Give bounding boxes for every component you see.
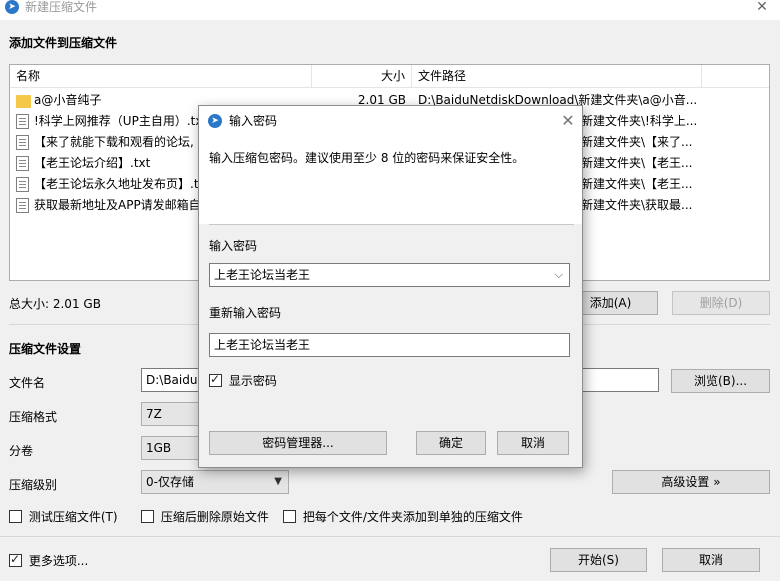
format-label: 压缩格式	[9, 410, 58, 424]
file-path: 新建文件夹\【老王...	[581, 156, 693, 170]
show-password-checkbox[interactable]: 显示密码	[209, 372, 277, 391]
file-name: !科学上网推荐（UP主自用）.txt	[34, 114, 208, 128]
dialog-title: 输入密码	[229, 114, 278, 128]
more-options-checkbox[interactable]: 更多选项...	[9, 552, 89, 571]
file-path: 新建文件夹\【来了...	[581, 135, 693, 149]
ok-button[interactable]: 确定	[416, 431, 486, 455]
reenter-password-input[interactable]: 上老王论坛当老王	[209, 333, 570, 357]
add-files-section-title: 添加文件到压缩文件	[9, 36, 118, 50]
level-select[interactable]: 0-仅存储 ▼	[141, 470, 289, 494]
column-header-size[interactable]: 大小	[312, 65, 412, 88]
delete-after-checkbox[interactable]: 压缩后删除原始文件	[141, 510, 269, 527]
file-name: a@小音纯子	[34, 93, 102, 107]
window-close-icon[interactable]: ✕	[750, 0, 774, 16]
settings-section-title: 压缩文件设置	[9, 342, 82, 356]
checkbox-checked[interactable]	[209, 372, 222, 387]
checkbox-checked[interactable]	[9, 552, 22, 567]
app-logo-icon: ➤	[5, 0, 19, 14]
cancel-button[interactable]: 取消	[662, 548, 760, 572]
file-icon	[16, 177, 29, 192]
password-manager-button[interactable]: 密码管理器...	[209, 431, 387, 455]
checkbox[interactable]	[9, 510, 22, 523]
file-icon	[16, 198, 29, 213]
password-label: 输入密码	[209, 239, 258, 253]
level-label: 压缩级别	[9, 478, 58, 492]
file-icon	[16, 135, 29, 150]
dialog-close-icon[interactable]: ✕	[557, 110, 579, 132]
file-name: 【老王论坛永久地址发布页】.tx	[34, 177, 206, 191]
password-input[interactable]: 上老王论坛当老王 ⌵	[209, 263, 570, 287]
dialog-cancel-button[interactable]: 取消	[497, 431, 569, 455]
chevron-down-icon: ▼	[274, 476, 282, 487]
file-path: 新建文件夹\!科学上...	[581, 114, 698, 128]
reenter-password-label: 重新输入密码	[209, 306, 282, 320]
format-value: 7Z	[146, 407, 162, 421]
advanced-settings-button[interactable]: 高级设置 »	[612, 470, 770, 494]
file-list-header: 名称 大小 文件路径	[10, 65, 769, 88]
separate-archives-checkbox[interactable]: 把每个文件/文件夹添加到单独的压缩文件	[283, 510, 523, 527]
browse-button[interactable]: 浏览(B)...	[671, 369, 770, 393]
window-titlebar	[0, 0, 780, 20]
password-value: 上老王论坛当老王	[214, 268, 311, 282]
password-dialog: ➤ 输入密码 ✕ 输入压缩包密码。建议使用至少 8 位的密码来保证安全性。 输入…	[198, 105, 583, 468]
file-path: 新建文件夹\【老王...	[581, 177, 693, 191]
total-size: 总大小: 2.01 GB	[9, 297, 101, 311]
column-header-path[interactable]: 文件路径	[412, 65, 702, 88]
checkbox[interactable]	[141, 510, 154, 523]
file-icon	[16, 114, 29, 129]
chevron-down-icon[interactable]: ⌵	[555, 264, 563, 286]
test-archive-checkbox[interactable]: 测试压缩文件(T)	[9, 510, 118, 527]
file-name: 【来了就能下载和观看的论坛,	[34, 135, 194, 149]
delete-button[interactable]: 删除(D)	[672, 291, 770, 315]
split-value: 1GB	[146, 441, 172, 455]
level-value: 0-仅存储	[146, 475, 194, 489]
divider	[209, 224, 574, 225]
filename-label: 文件名	[9, 376, 46, 390]
column-header-name[interactable]: 名称	[10, 65, 312, 88]
delete-after-label: 压缩后删除原始文件	[160, 510, 269, 524]
separate-archives-label: 把每个文件/文件夹添加到单独的压缩文件	[302, 510, 523, 524]
split-label: 分卷	[9, 444, 34, 458]
more-options-label: 更多选项...	[28, 554, 89, 568]
file-icon	[16, 156, 29, 171]
show-password-label: 显示密码	[228, 374, 277, 388]
start-button[interactable]: 开始(S)	[550, 548, 647, 572]
dialog-message: 输入压缩包密码。建议使用至少 8 位的密码来保证安全性。	[209, 151, 525, 165]
file-path: 新建文件夹\获取最...	[581, 198, 693, 212]
checkbox[interactable]	[283, 510, 296, 523]
divider	[0, 536, 780, 537]
folder-icon	[16, 95, 31, 108]
file-name: 【老王论坛介绍】.txt	[34, 156, 151, 170]
app-logo-icon: ➤	[208, 114, 222, 128]
test-archive-label: 测试压缩文件(T)	[28, 510, 118, 524]
file-name: 获取最新地址及APP请发邮箱自	[34, 198, 201, 212]
window-title: 新建压缩文件	[25, 0, 98, 14]
